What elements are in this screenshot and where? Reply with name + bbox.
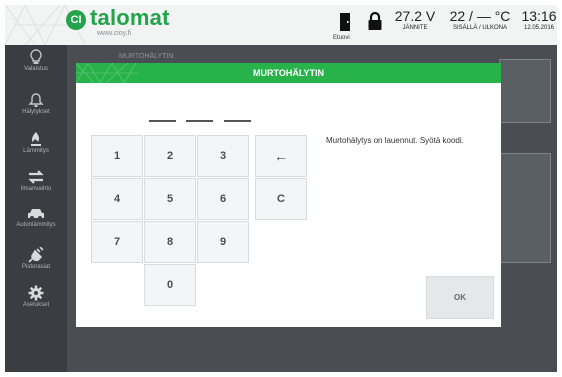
door-label: Etuovi xyxy=(333,35,350,41)
sidebar-item-label: Valaistus xyxy=(24,66,48,72)
keypad-key-8[interactable]: 8 xyxy=(144,221,196,263)
sidebar-item-label: Autonlämmitys xyxy=(16,222,56,228)
keypad-key-2[interactable]: 2 xyxy=(144,135,196,177)
backspace-button[interactable]: ← xyxy=(255,135,307,177)
car-icon xyxy=(28,209,44,220)
dialog-title: MURTOHÄLYTIN xyxy=(252,68,324,78)
keypad-key-7[interactable]: 7 xyxy=(91,221,143,263)
time-value: 13:16 xyxy=(521,8,557,24)
keypad-key-5[interactable]: 5 xyxy=(144,178,196,220)
sidebar-item-ilmanvaihto[interactable]: Ilmanvaihto xyxy=(5,169,67,209)
voltage-label: JÄNNITE xyxy=(402,25,428,31)
gear-icon xyxy=(28,285,44,301)
code-digit-slot xyxy=(224,120,251,122)
ok-button[interactable]: OK xyxy=(426,276,494,319)
clear-button[interactable]: C xyxy=(255,178,307,220)
logo-badge: CI xyxy=(66,10,86,30)
keypad-key-3[interactable]: 3 xyxy=(197,135,249,177)
sidebar-item-valaistus[interactable]: Valaistus xyxy=(5,49,67,89)
app-window: CI talomat www.cioy.fi Etuovi 27.2 V JÄN… xyxy=(5,5,557,372)
plug-icon xyxy=(28,247,44,263)
code-digit-slot xyxy=(149,120,176,122)
sidebar-item-halytykset[interactable]: Hälytykset xyxy=(5,92,67,132)
logo-text: talomat xyxy=(90,5,170,30)
alarm-dialog: MURTOHÄLYTIN 1 2 3 ← 4 5 6 C 7 8 9 0 Mur… xyxy=(76,63,501,327)
sidebar-item-lammitys[interactable]: Lämmitys xyxy=(5,131,67,171)
keypad-key-4[interactable]: 4 xyxy=(91,178,143,220)
top-bar: CI talomat www.cioy.fi Etuovi 27.2 V JÄN… xyxy=(5,5,557,45)
lock-icon[interactable] xyxy=(367,11,383,31)
date-value: 12.05.2016 xyxy=(523,25,555,31)
voltage-value: 27.2 V xyxy=(394,8,436,24)
sidebar-item-label: Hälytykset xyxy=(22,109,50,115)
alarm-message: Murtohälytys on lauennut. Syötä koodi. xyxy=(326,136,464,145)
logo-url: www.cioy.fi xyxy=(97,30,132,37)
sidebar-item-pistorasiat[interactable]: Pistorasiat xyxy=(5,247,67,287)
door-icon[interactable] xyxy=(339,12,351,32)
sidebar-item-autonlammitys[interactable]: Autonlämmitys xyxy=(5,207,67,247)
dialog-title-bar: MURTOHÄLYTIN xyxy=(76,63,501,83)
background-title: MURTOHÄLYTIN xyxy=(119,53,174,60)
sidebar-item-label: Pistorasiat xyxy=(21,264,50,270)
arrows-icon xyxy=(28,170,44,184)
sidebar-item-label: Asetukset xyxy=(22,302,50,308)
background-panel xyxy=(499,59,551,123)
temperature-label: SISÄLLÄ / ULKONA xyxy=(452,25,508,31)
sidebar-item-label: Ilmanvaihto xyxy=(20,186,52,192)
sidebar-item-asetukset[interactable]: Asetukset xyxy=(5,285,67,325)
keypad-key-0[interactable]: 0 xyxy=(144,264,196,306)
flame-icon xyxy=(31,132,41,146)
keypad-key-1[interactable]: 1 xyxy=(91,135,143,177)
temperature-value: 22 / — °C xyxy=(449,8,511,24)
lightbulb-icon xyxy=(30,49,42,64)
bell-icon xyxy=(28,93,44,107)
sidebar-item-label: Lämmitys xyxy=(23,148,49,154)
temperature-readout: 22 / — °C SISÄLLÄ / ULKONA xyxy=(449,8,511,32)
sidebar: Valaistus Hälytykset Lämmitys Ilmanvaiht… xyxy=(5,45,67,372)
keypad-key-9[interactable]: 9 xyxy=(197,221,249,263)
keypad-key-6[interactable]: 6 xyxy=(197,178,249,220)
background-panel xyxy=(499,153,551,263)
voltage-readout: 27.2 V JÄNNITE xyxy=(393,8,437,32)
clock-readout: 13:16 12.05.2016 xyxy=(519,8,557,32)
code-digit-slot xyxy=(186,120,213,122)
